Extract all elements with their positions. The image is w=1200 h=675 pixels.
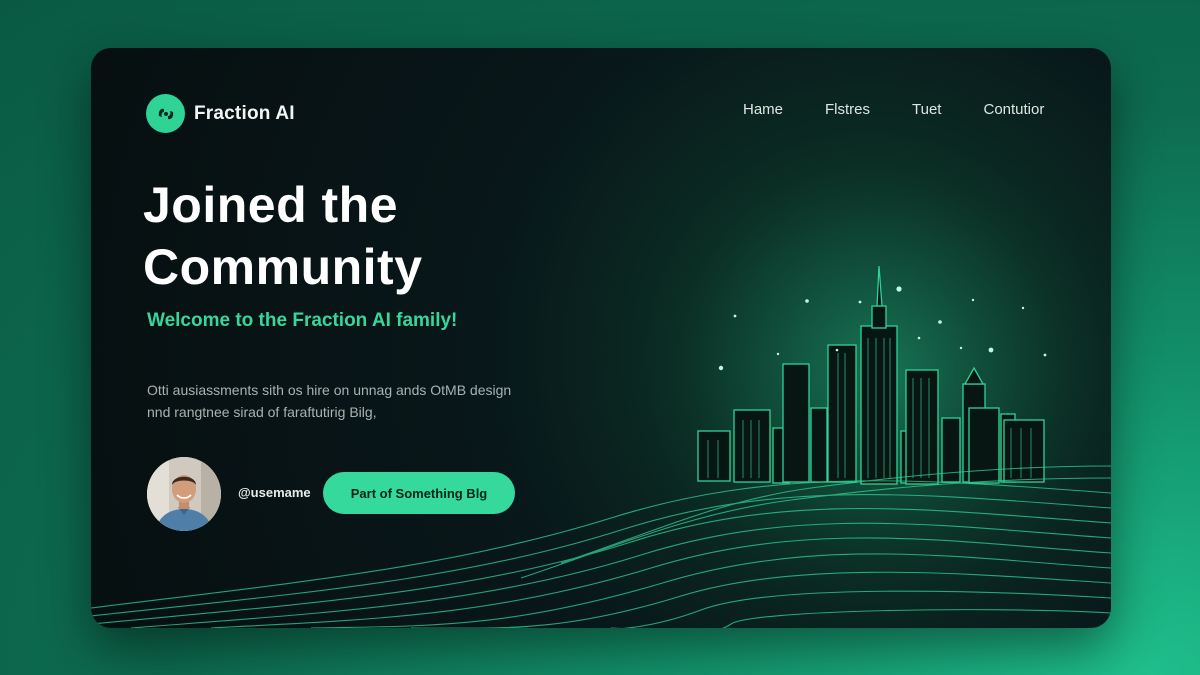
headline-line-2: Community — [143, 239, 423, 295]
top-nav: Hame Flstres Tuet Contutior — [743, 101, 1044, 118]
hands-logo-icon — [146, 94, 185, 133]
nav-item-features[interactable]: Flstres — [825, 101, 870, 118]
username-label: @usemame — [238, 485, 311, 500]
nav-item-contribute[interactable]: Contutior — [983, 101, 1044, 118]
skyline-wave-illustration — [91, 118, 1111, 628]
nav-item-home[interactable]: Hame — [743, 101, 783, 118]
part-of-something-big-button[interactable]: Part of Something Blg — [323, 472, 515, 514]
hero-card: Fraction AI Hame Flstres Tuet Contutior … — [91, 48, 1111, 628]
description-line-2: nnd rangtnee sirad of faraftutirig Bilg, — [147, 404, 377, 420]
welcome-subheading: Welcome to the Fraction AI family! — [147, 310, 458, 331]
brand-logo[interactable]: Fraction AI — [146, 94, 295, 133]
page-title: Joined the Community — [143, 174, 423, 298]
user-avatar-photo — [147, 457, 221, 531]
headline-line-1: Joined the — [143, 177, 399, 233]
description-text: Otti ausiassments sith os hire on unnag … — [147, 379, 547, 423]
avatar[interactable] — [147, 457, 221, 531]
description-line-1: Otti ausiassments sith os hire on unnag … — [147, 382, 512, 398]
brand-name: Fraction AI — [194, 102, 295, 124]
nav-item-tutorials[interactable]: Tuet — [912, 101, 941, 118]
